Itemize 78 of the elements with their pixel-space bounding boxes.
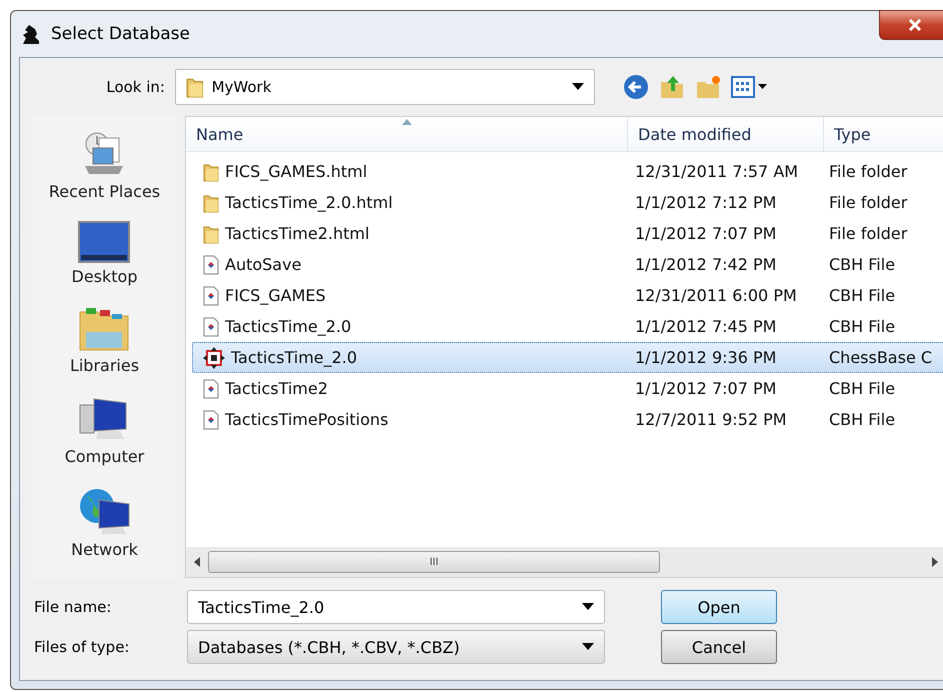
type-cell-text: CBH File bbox=[828, 317, 896, 336]
look-in-label: Look in: bbox=[105, 78, 166, 96]
view-menu-icon[interactable] bbox=[731, 75, 769, 99]
file-name-cell-text: FICS_GAMES bbox=[225, 286, 327, 305]
file-name-cell-text: TacticsTimePositions bbox=[225, 410, 390, 429]
place-label[interactable]: Network bbox=[71, 540, 138, 559]
document-icon bbox=[203, 378, 219, 398]
type-cell-text: File folder bbox=[828, 193, 908, 212]
folder-icon bbox=[203, 224, 219, 244]
close-button[interactable] bbox=[879, 10, 943, 40]
file-row[interactable]: FICS_GAMES 12/31/2011 6:00 PM CBH File bbox=[192, 280, 943, 311]
place-label[interactable]: Libraries bbox=[70, 356, 140, 375]
date-cell-text: 1/1/2012 7:45 PM bbox=[634, 317, 778, 336]
date-cell-text: 12/31/2011 6:00 PM bbox=[634, 286, 798, 305]
file-row[interactable]: TacticsTime2.html 1/1/2012 7:07 PM File folder bbox=[192, 218, 943, 249]
sort-arrow-icon bbox=[402, 119, 412, 125]
file-row[interactable]: TacticsTime_2.0 1/1/2012 7:45 PM CBH File bbox=[192, 311, 943, 342]
open-button[interactable]: Open bbox=[661, 590, 777, 624]
place-label[interactable]: Computer bbox=[64, 447, 144, 466]
column-header[interactable]: Type bbox=[824, 117, 943, 151]
close-icon[interactable] bbox=[908, 19, 922, 31]
document-icon bbox=[203, 286, 219, 306]
type-cell-text: CBH File bbox=[828, 379, 896, 398]
date-cell-text: 1/1/2012 9:36 PM bbox=[634, 348, 778, 367]
folder-icon bbox=[203, 162, 219, 182]
desktop-icon bbox=[78, 221, 130, 263]
window-title: Select Database bbox=[51, 24, 190, 44]
dropdown-arrow-icon[interactable] bbox=[572, 83, 584, 91]
document-icon bbox=[203, 254, 219, 274]
up-folder-icon[interactable] bbox=[659, 74, 685, 100]
file-row[interactable]: TacticsTimePositions 12/7/2011 9:52 PM CBH File bbox=[192, 404, 943, 435]
place-label[interactable]: Desktop bbox=[72, 267, 138, 286]
date-cell-text: 12/31/2011 7:57 AM bbox=[634, 162, 800, 181]
file-name-cell-text: TacticsTime2 bbox=[225, 379, 329, 398]
cancel-button[interactable]: Cancel bbox=[661, 630, 777, 664]
file-type-dropdown[interactable]: Databases (*.CBH, *.CBV, *.CBZ) bbox=[187, 630, 605, 664]
file-name-cell-text: TacticsTime_2.0.html bbox=[225, 193, 394, 212]
date-cell-text: 1/1/2012 7:12 PM bbox=[634, 193, 778, 212]
place-label[interactable]: Recent Places bbox=[48, 182, 160, 201]
scrollbar-thumb[interactable]: III bbox=[208, 551, 660, 573]
document-icon bbox=[203, 410, 219, 430]
file-row[interactable]: AutoSave 1/1/2012 7:42 PM CBH File bbox=[192, 249, 943, 280]
document-icon bbox=[203, 316, 219, 336]
look-in-dropdown[interactable]: MyWork bbox=[175, 69, 595, 105]
horizontal-scrollbar[interactable]: III bbox=[186, 547, 943, 577]
date-cell-text: 1/1/2012 7:42 PM bbox=[634, 255, 778, 274]
file-name-cell-text: AutoSave bbox=[225, 255, 302, 274]
file-name-cell-text: FICS_GAMES.html bbox=[225, 162, 368, 181]
file-name-cell-text: TacticsTime2.html bbox=[225, 224, 370, 243]
folder-icon bbox=[203, 192, 219, 212]
file-name-field[interactable]: TacticsTime_2.0 bbox=[187, 590, 605, 624]
type-cell-text: CBH File bbox=[828, 286, 896, 305]
type-cell-text: ChessBase C bbox=[828, 348, 934, 367]
back-icon[interactable] bbox=[623, 74, 649, 100]
date-cell-text: 1/1/2012 7:07 PM bbox=[634, 379, 778, 398]
file-row[interactable]: TacticsTime_2.0.html 1/1/2012 7:12 PM File folder bbox=[192, 187, 943, 218]
column-header[interactable]: Date modified bbox=[628, 117, 824, 151]
file-name-cell-text: TacticsTime_2.0 bbox=[230, 348, 358, 367]
date-cell-text: 12/7/2011 9:52 PM bbox=[634, 410, 788, 429]
file-name-cell-text: TacticsTime_2.0 bbox=[225, 317, 352, 336]
libraries-folder-icon bbox=[78, 306, 130, 352]
scroll-right-icon[interactable] bbox=[932, 557, 938, 567]
chessbase-file-icon bbox=[203, 346, 225, 368]
scroll-left-icon[interactable] bbox=[194, 557, 200, 567]
folder-icon bbox=[186, 76, 204, 98]
file-name-label: File name: bbox=[34, 598, 112, 616]
file-type-label: Files of type: bbox=[34, 638, 130, 656]
type-cell-text: File folder bbox=[828, 162, 908, 181]
dropdown-arrow-icon[interactable] bbox=[582, 643, 594, 651]
type-cell-text: CBH File bbox=[828, 410, 896, 429]
type-cell-text: File folder bbox=[828, 224, 908, 243]
type-cell-text: CBH File bbox=[828, 255, 896, 274]
network-globe-icon bbox=[78, 486, 130, 536]
file-row[interactable]: TacticsTime_2.0 1/1/2012 9:36 PM ChessBase C bbox=[192, 342, 943, 373]
file-row[interactable]: TacticsTime2 1/1/2012 7:07 PM CBH File bbox=[192, 373, 943, 404]
file-row[interactable]: FICS_GAMES.html 12/31/2011 7:57 AM File folder bbox=[192, 156, 943, 187]
date-cell-text: 1/1/2012 7:07 PM bbox=[634, 224, 778, 243]
dropdown-arrow-icon[interactable] bbox=[582, 603, 594, 611]
